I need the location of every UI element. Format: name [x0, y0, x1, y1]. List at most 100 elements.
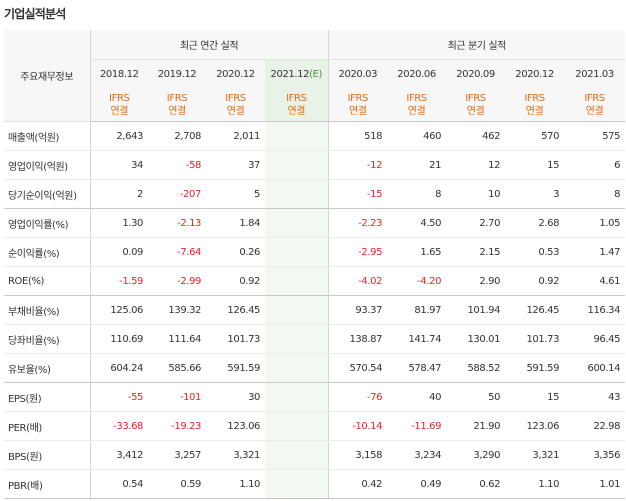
- basis-header: IFRS 연결: [564, 88, 626, 122]
- period-label: 2020.03: [338, 68, 378, 80]
- quarter-value-cell: -2.95: [328, 237, 388, 267]
- annual-value-cell: -7.64: [148, 237, 206, 267]
- period-header-annual: 2021.12(E): [265, 59, 329, 88]
- quarter-value-cell: 575: [564, 121, 626, 151]
- quarter-value-cell: 21: [387, 150, 447, 180]
- quarter-value-cell: 93.37: [328, 295, 388, 325]
- quarter-value-cell: 2.68: [505, 208, 565, 238]
- quarter-value-cell: -4.02: [328, 266, 388, 296]
- quarter-value-cell: 22.98: [564, 411, 626, 441]
- annual-value-cell: 591.59: [206, 353, 265, 383]
- quarter-value-cell: 101.94: [446, 295, 506, 325]
- quarter-value-cell: 1.47: [564, 237, 626, 267]
- annual-value-cell: 125.06: [90, 295, 148, 325]
- estimate-value-cell: [265, 179, 329, 209]
- estimate-value-cell: [265, 295, 329, 325]
- annual-value-cell: 111.64: [148, 324, 206, 354]
- table-row: BPS(원) 3,412 3,257 3,321 3,158 3,234 3,290 3,32…: [4, 440, 626, 470]
- basis-line2: 연결: [168, 105, 186, 117]
- quarter-value-cell: 2.90: [446, 266, 506, 296]
- page-title: 기업실적분석: [4, 7, 66, 21]
- period-label: 2021.03: [575, 68, 614, 80]
- quarter-value-cell: 8: [564, 179, 626, 209]
- quarter-value-cell: 0.49: [387, 469, 447, 499]
- quarter-value-cell: 1.01: [564, 469, 626, 499]
- annual-value-cell: -101: [148, 382, 206, 412]
- annual-value-cell: 2: [90, 179, 148, 209]
- estimate-value-cell: [265, 411, 329, 441]
- quarter-value-cell: 123.06: [505, 411, 565, 441]
- estimate-value-cell: [265, 150, 329, 180]
- basis-header: IFRS 연결: [387, 88, 447, 122]
- basis-line2: 연결: [287, 105, 306, 117]
- table-row: EPS(원) -55 -101 30 -76 40 50 15 43: [4, 382, 626, 412]
- basis-line1: IFRS: [465, 92, 486, 104]
- quarter-value-cell: 12: [446, 150, 506, 180]
- quarter-value-cell: -11.69: [387, 411, 447, 441]
- quarter-value-cell: 0.62: [446, 469, 506, 499]
- estimate-value-cell: [265, 353, 329, 383]
- annual-value-cell: 604.24: [90, 353, 148, 383]
- quarter-value-cell: 600.14: [564, 353, 626, 383]
- quarter-value-cell: 462: [446, 121, 506, 151]
- table-row: 영업이익(억원) 34 -58 37 -12 21 12 15 6: [4, 150, 626, 180]
- quarter-value-cell: 578.47: [387, 353, 447, 383]
- annual-value-cell: -33.68: [90, 411, 148, 441]
- quarter-value-cell: -12: [328, 150, 388, 180]
- period-label: 2020.06: [397, 68, 436, 80]
- annual-value-cell: 3,412: [90, 440, 148, 470]
- annual-value-cell: -2.99: [148, 266, 206, 296]
- basis-line2: 연결: [407, 105, 426, 117]
- basis-header: IFRS 연결: [446, 88, 506, 122]
- quarter-value-cell: 460: [387, 121, 447, 151]
- row-label: PER(배): [4, 411, 91, 441]
- basis-line1: IFRS: [166, 92, 188, 104]
- annual-value-cell: -2.13: [148, 208, 206, 238]
- estimate-value-cell: [265, 440, 329, 470]
- basis-line1: IFRS: [406, 92, 427, 104]
- annual-value-cell: 1.30: [90, 208, 148, 238]
- basis-line2: 연결: [525, 105, 544, 117]
- quarter-value-cell: 126.45: [505, 295, 565, 325]
- table-row: ROE(%) -1.59 -2.99 0.92 -4.02 -4.20 2.90 0.92 4.…: [4, 266, 626, 296]
- basis-line1: IFRS: [225, 92, 246, 104]
- basis-header: IFRS 연결: [148, 88, 206, 122]
- period-header-quarter: 2020.06: [387, 59, 447, 88]
- quarter-value-cell: 8: [387, 179, 447, 209]
- basis-header-row: IFRS 연결 IFRS 연결 IFRS 연결 IFRS 연결 IFRS 연결 IFRS 연결 IFRS…: [4, 88, 626, 122]
- quarter-value-cell: 3,290: [446, 440, 506, 470]
- period-label: 2020.09: [456, 68, 495, 80]
- annual-value-cell: 110.69: [90, 324, 148, 354]
- table-body: 매출액(억원) 2,643 2,708 2,011 518 460 462 570 575 영업이…: [4, 121, 626, 499]
- quarter-value-cell: 2.15: [446, 237, 506, 267]
- basis-line1: IFRS: [584, 92, 605, 104]
- quarter-value-cell: 0.53: [505, 237, 565, 267]
- table-row: 매출액(억원) 2,643 2,708 2,011 518 460 462 570 575: [4, 121, 626, 151]
- annual-value-cell: -58: [148, 150, 206, 180]
- basis-line2: 연결: [348, 105, 367, 117]
- annual-value-cell: 139.32: [148, 295, 206, 325]
- quarter-value-cell: -4.20: [387, 266, 447, 296]
- table-row: 당기순이익(억원) 2 -207 5 -15 8 10 3 8: [4, 179, 626, 209]
- table-row: 순이익률(%) 0.09 -7.64 0.26 -2.95 1.65 2.15 0.53 1.4…: [4, 237, 626, 267]
- annual-value-cell: 0.54: [90, 469, 148, 499]
- row-label: ROE(%): [4, 266, 91, 296]
- financial-summary-table: 주요재무정보 최근 연간 실적 최근 분기 실적 2018.12 2019.12 2…: [4, 30, 626, 499]
- annual-value-cell: 0.92: [206, 266, 265, 296]
- quarter-value-cell: 40: [387, 382, 447, 412]
- quarter-value-cell: 0.42: [328, 469, 388, 499]
- quarter-value-cell: 138.87: [328, 324, 388, 354]
- quarter-value-cell: 96.45: [564, 324, 626, 354]
- basis-header: IFRS 연결: [206, 88, 265, 122]
- basis-line1: IFRS: [109, 92, 130, 104]
- estimate-value-cell: [265, 266, 329, 296]
- annual-value-cell: 2,708: [148, 121, 206, 151]
- quarter-value-cell: -10.14: [328, 411, 388, 441]
- quarter-value-cell: -76: [328, 382, 388, 412]
- period-header-annual: 2019.12: [148, 59, 206, 88]
- annual-value-cell: 101.73: [206, 324, 265, 354]
- quarter-value-cell: 1.10: [505, 469, 565, 499]
- annual-value-cell: 0.59: [148, 469, 206, 499]
- basis-header: IFRS 연결: [328, 88, 388, 122]
- annual-value-cell: 123.06: [206, 411, 265, 441]
